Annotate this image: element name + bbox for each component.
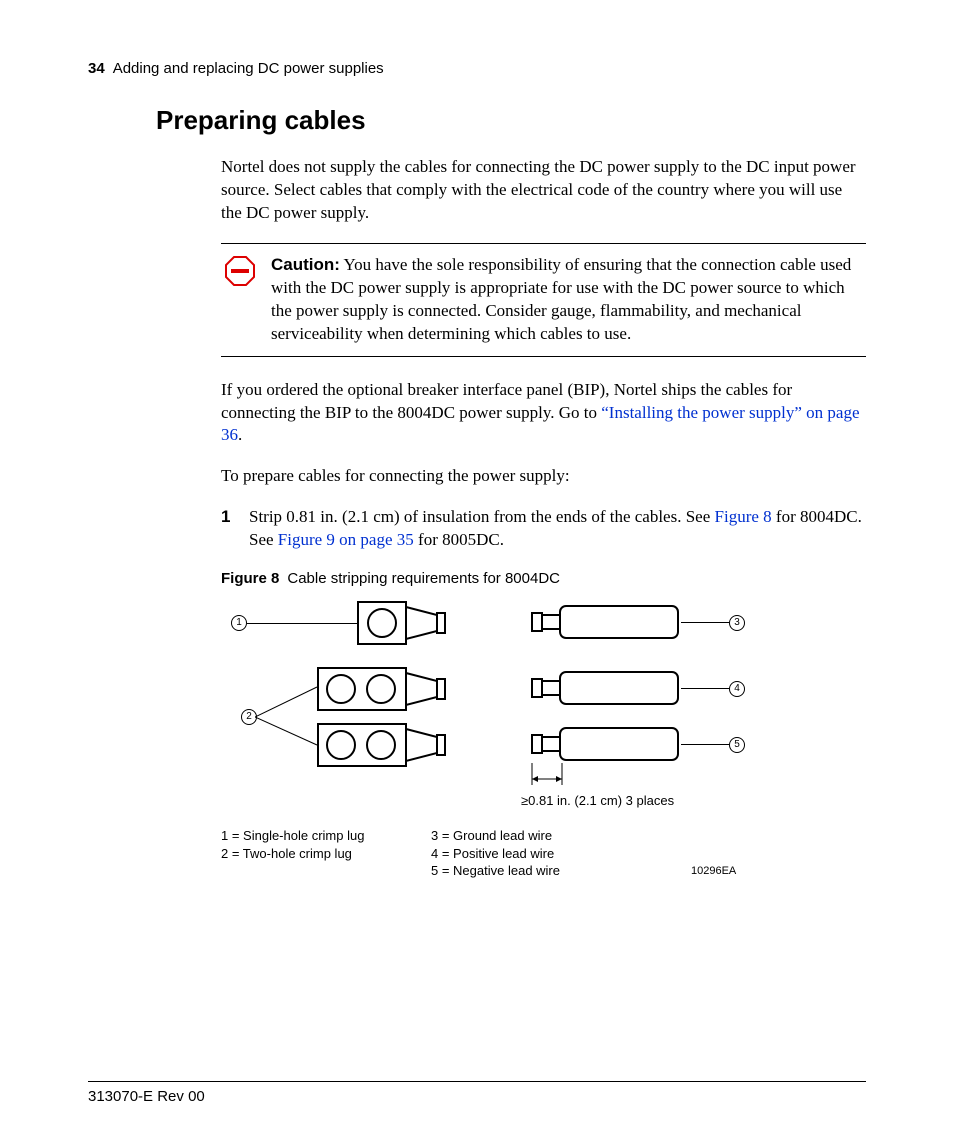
negative-wire-icon <box>531 727 681 761</box>
leader-line <box>255 681 319 751</box>
page-header: 34 Adding and replacing DC power supplies <box>88 60 866 77</box>
ground-wire-icon <box>531 605 681 639</box>
caution-text: Caution: You have the sole responsibilit… <box>271 254 866 346</box>
step-number: 1 <box>221 506 249 552</box>
single-hole-lug-icon <box>357 601 487 645</box>
bip-paragraph: If you ordered the optional breaker inte… <box>221 379 866 448</box>
step-body: Strip 0.81 in. (2.1 cm) of insulation fr… <box>249 506 866 552</box>
caution-box: Caution: You have the sole responsibilit… <box>221 243 866 357</box>
leader-line <box>681 688 729 689</box>
header-chapter: Adding and replacing DC power supplies <box>113 60 384 77</box>
callout-1: 1 <box>231 615 247 631</box>
link-figure-8[interactable]: Figure 8 <box>715 507 772 526</box>
two-hole-lug-icon <box>317 723 487 767</box>
caution-icon <box>225 256 255 286</box>
leader-line <box>681 622 729 623</box>
step-1: 1 Strip 0.81 in. (2.1 cm) of insulation … <box>221 506 866 552</box>
caution-body: You have the sole responsibility of ensu… <box>271 255 851 343</box>
intro-paragraph: Nortel does not supply the cables for co… <box>221 156 866 225</box>
callout-5: 5 <box>729 737 745 753</box>
leader-line <box>681 744 729 745</box>
dimension-arrow-icon <box>529 763 569 791</box>
positive-wire-icon <box>531 671 681 705</box>
callout-3: 3 <box>729 615 745 631</box>
two-hole-lug-icon <box>317 667 487 711</box>
legend-col-1: 1 = Single-hole crimp lug 2 = Two-hole c… <box>221 827 364 862</box>
legend-col-2: 3 = Ground lead wire 4 = Positive lead w… <box>431 827 560 880</box>
link-figure-9[interactable]: Figure 9 on page 35 <box>278 530 414 549</box>
figure-8-caption: Figure 8 Cable stripping requirements for… <box>221 570 866 587</box>
page-footer: 313070-E Rev 00 <box>88 1081 866 1105</box>
caution-label: Caution: <box>271 255 340 274</box>
header-page-number: 34 <box>88 60 105 77</box>
leader-line <box>247 623 357 624</box>
figure-8: 1 2 <box>221 597 841 937</box>
callout-4: 4 <box>729 681 745 697</box>
figure-label: Figure 8 <box>221 570 279 587</box>
dimension-label: ≥0.81 in. (2.1 cm) 3 places <box>521 793 674 808</box>
figure-title: Cable stripping requirements for 8004DC <box>287 570 560 587</box>
prepare-lead-in: To prepare cables for connecting the pow… <box>221 465 866 488</box>
figure-code: 10296EA <box>691 865 736 877</box>
section-title: Preparing cables <box>156 105 866 136</box>
